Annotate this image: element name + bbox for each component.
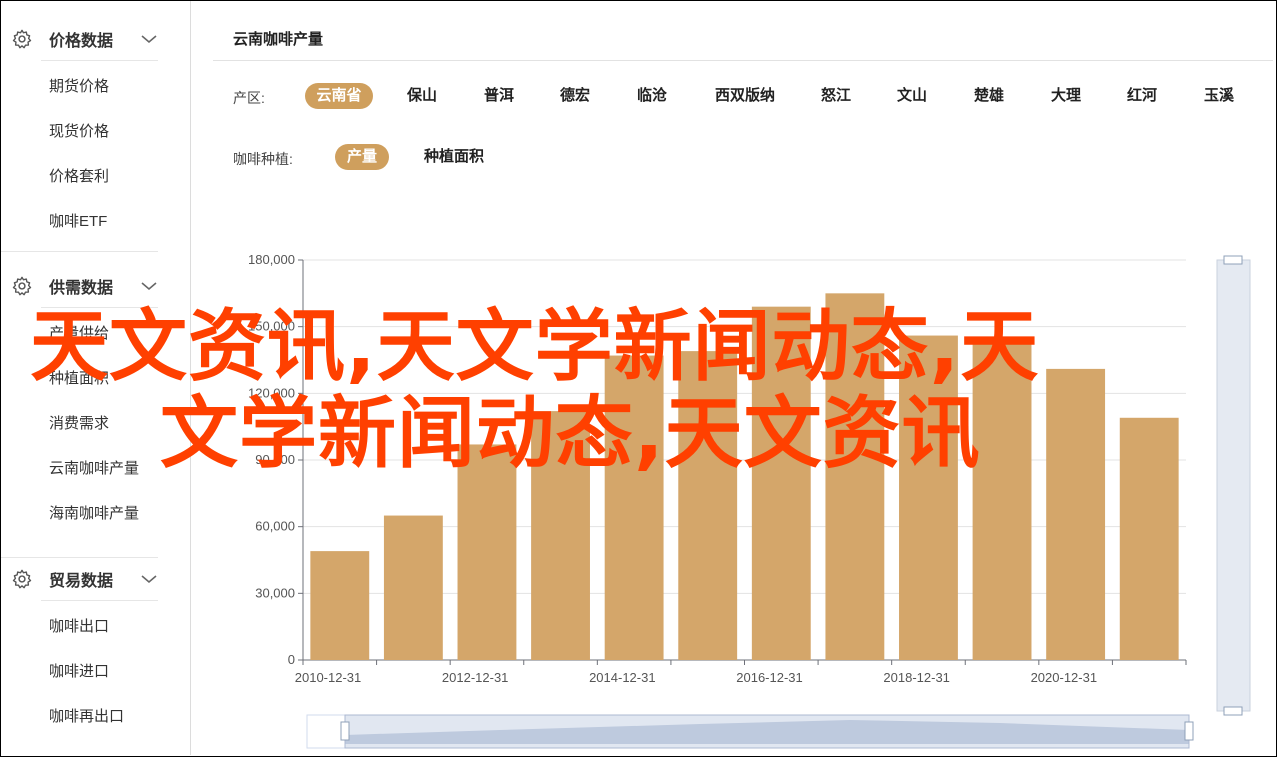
- x-zoom-selection: [344, 714, 1190, 749]
- x-tick-label: 2016-12-31: [736, 670, 803, 685]
- x-zoom-handle-left: [340, 721, 350, 741]
- y-zoom-slider: [1216, 259, 1251, 712]
- bar: [1046, 368, 1106, 660]
- y-tick-label: 30,000: [255, 585, 295, 600]
- bar: [383, 515, 443, 660]
- y-tick-label: 0: [288, 652, 295, 667]
- y-tick-label: 60,000: [255, 519, 295, 534]
- overlay-headline-line1: 天文资讯,天文学新闻动态,天: [30, 302, 1040, 392]
- bar: [1119, 417, 1179, 660]
- x-tick-label: 2012-12-31: [442, 670, 509, 685]
- y-tick-label: 180,000: [248, 252, 295, 267]
- x-tick-label: 2018-12-31: [883, 670, 950, 685]
- x-tick-label: 2014-12-31: [589, 670, 656, 685]
- y-zoom-handle-bottom: [1223, 706, 1243, 716]
- x-tick-label: 2020-12-31: [1031, 670, 1098, 685]
- x-tick-label: 2010-12-31: [295, 670, 362, 685]
- x-zoom-handle-right: [1184, 721, 1194, 741]
- y-zoom-handle-top: [1223, 255, 1243, 265]
- overlay-headline-line2: 文学新闻动态,天文资讯: [160, 389, 981, 479]
- bar: [310, 551, 370, 660]
